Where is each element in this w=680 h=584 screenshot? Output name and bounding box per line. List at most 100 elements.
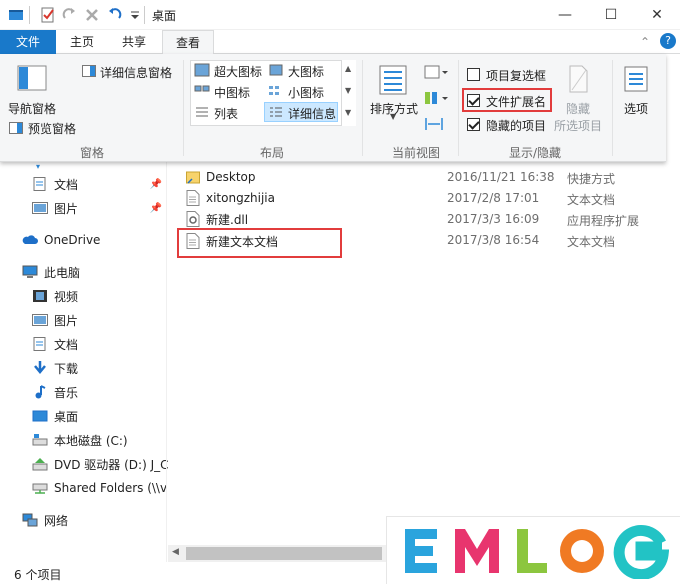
file-date: 2017/3/8 16:54 [447, 233, 540, 247]
explorer-window-icon [9, 10, 23, 20]
pin-icon[interactable]: 📌 [150, 179, 162, 190]
options-button[interactable]: 选项 [624, 100, 648, 117]
minimize-button[interactable]: — [542, 0, 588, 30]
file-extensions-label[interactable]: 文件扩展名 [486, 93, 546, 110]
group-divider [183, 60, 184, 156]
file-name: xitongzhijia [206, 191, 275, 205]
undo-icon[interactable] [106, 7, 122, 23]
nav-item-music[interactable]: 音乐 [32, 382, 78, 402]
tab-share[interactable]: 共享 [112, 30, 156, 54]
file-row-new-dll[interactable]: 新建.dll [186, 209, 248, 229]
nav-item-pictures[interactable]: 图片 [32, 310, 78, 330]
window-title: 桌面 [152, 9, 177, 23]
tab-view[interactable]: 查看 [162, 30, 214, 55]
file-extensions-checkbox[interactable] [467, 94, 480, 107]
text-file-icon [186, 190, 200, 206]
nav-item-dvd-drive[interactable]: DVD 驱动器 (D:) J_C [32, 454, 169, 474]
layout-scroll[interactable]: ▲ ▼ ▼ [341, 60, 356, 126]
size-columns-icon[interactable] [424, 116, 444, 132]
horizontal-scrollbar[interactable]: ◀ [168, 545, 386, 562]
nav-item-downloads[interactable]: 下载 [32, 358, 78, 378]
item-checkboxes-checkbox[interactable] [467, 68, 480, 81]
nav-item-desktop[interactable]: 桌面 [32, 406, 78, 426]
pane-divider[interactable] [166, 162, 167, 562]
pin-icon[interactable]: 📌 [150, 203, 162, 214]
details-pane-button[interactable]: 详细信息窗格 [100, 64, 172, 81]
divider [29, 6, 30, 24]
layout-small-icons[interactable]: 小图标 [288, 84, 324, 101]
tab-home[interactable]: 主页 [60, 30, 104, 54]
scroll-up-icon[interactable]: ▲ [345, 64, 351, 73]
sort-by-dropdown-icon[interactable]: ▼ [390, 112, 396, 121]
music-icon [35, 385, 46, 399]
file-row-new-text-document[interactable]: 新建文本文档 [186, 231, 278, 251]
close-button[interactable]: ✕ [634, 0, 680, 30]
ribbon-tabs: 文件 主页 共享 查看 ⌃ ? [0, 30, 680, 55]
layout-medium-icons[interactable]: 中图标 [214, 84, 250, 101]
nav-item-network[interactable]: 网络 [22, 510, 68, 530]
maximize-button[interactable]: ☐ [588, 0, 634, 30]
nav-item-pictures-pinned[interactable]: 图片 📌 [32, 198, 166, 218]
hide-selected-button[interactable]: 隐藏 [566, 100, 590, 117]
close-icon: ✕ [651, 7, 663, 23]
layout-large-icons[interactable]: 大图标 [288, 63, 324, 80]
navigation-pane-button[interactable]: 导航窗格 [8, 100, 56, 117]
file-type: 文本文档 [567, 235, 616, 249]
drive-icon [32, 434, 48, 446]
group-by-icon[interactable] [424, 64, 450, 80]
layout-list[interactable]: 列表 [214, 105, 238, 122]
nav-scroll-indicator: ▾ [36, 162, 41, 171]
text-file-icon [186, 233, 200, 249]
scroll-down-icon[interactable]: ▼ [345, 86, 351, 95]
nav-item-this-pc[interactable]: 此电脑 [22, 262, 80, 282]
nav-item-label: DVD 驱动器 (D:) J_C [54, 457, 169, 472]
file-name: Desktop [206, 170, 256, 184]
help-icon[interactable]: ? [660, 33, 676, 49]
layout-extra-large-icons[interactable]: 超大图标 [214, 63, 262, 80]
file-type: 文本文档 [567, 193, 616, 207]
nav-item-label: 本地磁盘 (C:) [54, 433, 128, 448]
nav-item-documents-pinned[interactable]: 文档 📌 [32, 174, 166, 194]
nav-item-label: Shared Folders (\\v [54, 481, 168, 495]
nav-item-local-disk[interactable]: 本地磁盘 (C:) [32, 430, 128, 450]
customize-toolbar-icon[interactable] [127, 7, 143, 23]
details-pane-icon [82, 65, 96, 77]
hidden-items-label[interactable]: 隐藏的项目 [486, 117, 546, 134]
properties-icon[interactable] [40, 7, 56, 23]
small-icons-icon [269, 86, 279, 95]
nav-item-label: 此电脑 [44, 265, 81, 280]
ribbon-collapse-icon[interactable]: ⌃ [640, 35, 650, 49]
emlog-logo [386, 516, 680, 584]
gallery-more-icon[interactable]: ▼ [345, 108, 351, 117]
nav-item-label: 文档 [54, 177, 79, 192]
file-row-desktop[interactable]: Desktop [186, 167, 256, 187]
nav-item-documents[interactable]: 文档 [32, 334, 78, 354]
preview-pane-button[interactable]: 预览窗格 [28, 120, 76, 137]
show-hide-group-label: 显示/隐藏 [508, 146, 562, 160]
navigation-pane-icon [17, 65, 47, 91]
current-view-group-label: 当前视图 [391, 146, 440, 160]
nav-item-videos[interactable]: 视频 [32, 286, 78, 306]
item-checkboxes-label[interactable]: 项目复选框 [486, 67, 546, 84]
nav-item-onedrive[interactable]: OneDrive [22, 230, 100, 250]
document-icon [33, 177, 46, 191]
hidden-items-checkbox[interactable] [467, 118, 480, 131]
nav-item-shared-folders[interactable]: Shared Folders (\\v [32, 478, 167, 498]
layout-details[interactable]: 详细信息 [288, 105, 336, 122]
delete-icon[interactable] [84, 7, 100, 23]
title-bar: 桌面 — ☐ ✕ [0, 0, 680, 30]
options-icon [624, 66, 648, 92]
file-type: 应用程序扩展 [567, 214, 640, 228]
scroll-left-icon[interactable]: ◀ [172, 547, 179, 557]
scrollbar-thumb[interactable] [186, 547, 382, 560]
extra-large-icons-icon [194, 63, 210, 77]
add-columns-icon[interactable] [424, 90, 450, 106]
file-name: 新建.dll [206, 212, 249, 227]
file-row-xitongzhijia[interactable]: xitongzhijia [186, 188, 275, 208]
computer-icon [22, 265, 38, 278]
redo-icon[interactable] [62, 7, 78, 23]
nav-item-label: 音乐 [54, 385, 79, 400]
tab-file[interactable]: 文件 [0, 30, 56, 54]
list-icon [196, 107, 208, 117]
layout-group-label: 布局 [259, 146, 284, 160]
